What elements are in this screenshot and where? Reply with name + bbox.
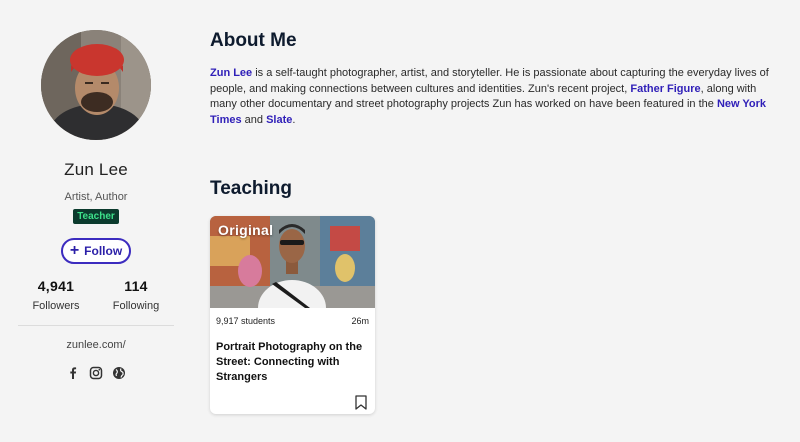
- project-link[interactable]: Father Figure: [630, 83, 700, 95]
- globe-icon[interactable]: [112, 366, 126, 380]
- class-duration: 26m: [351, 316, 369, 326]
- class-thumbnail: Original: [210, 216, 375, 308]
- facebook-icon[interactable]: [66, 366, 80, 380]
- main-content: About Me Zun Lee is a self-taught photog…: [210, 30, 780, 414]
- teacher-badge: Teacher: [73, 209, 119, 224]
- plus-icon: +: [69, 242, 80, 259]
- original-tag: Original: [218, 222, 274, 238]
- teaching-heading: Teaching: [210, 178, 292, 199]
- following-label: Following: [112, 300, 160, 312]
- followers-count: 4,941: [37, 278, 75, 294]
- student-count: 9,917 students: [216, 316, 276, 326]
- instagram-icon[interactable]: [89, 366, 103, 380]
- bookmark-icon[interactable]: [355, 395, 367, 410]
- divider: [18, 325, 174, 326]
- name-link[interactable]: Zun Lee: [210, 67, 252, 79]
- follow-label: Follow: [84, 244, 123, 258]
- avatar: [41, 30, 151, 140]
- about-text: Zun Lee is a self-taught photographer, a…: [210, 66, 780, 128]
- profile-stats: 4,941 Followers 114 Following: [18, 278, 174, 312]
- class-card[interactable]: Original 9,917 students 26m Portrait Pho…: [210, 216, 375, 414]
- slate-link[interactable]: Slate: [266, 114, 292, 126]
- following-count: 114: [124, 278, 148, 294]
- about-text-3: and: [241, 113, 267, 126]
- about-heading: About Me: [210, 30, 297, 51]
- social-links: [66, 366, 126, 380]
- class-meta: 9,917 students 26m: [210, 308, 375, 326]
- class-title: Portrait Photography on the Street: Conn…: [216, 341, 363, 383]
- about-text-4: .: [292, 113, 296, 126]
- profile-name: Zun Lee: [64, 160, 128, 179]
- profile-sidebar: Zun Lee Artist, Author Teacher + Follow …: [18, 30, 174, 380]
- website-link[interactable]: zunlee.com/: [66, 339, 125, 351]
- followers-stat[interactable]: 4,941 Followers: [18, 278, 94, 312]
- profile-title: Artist, Author: [64, 191, 128, 203]
- follow-button[interactable]: + Follow: [61, 238, 131, 264]
- followers-label: Followers: [32, 300, 80, 312]
- following-stat[interactable]: 114 Following: [98, 278, 174, 312]
